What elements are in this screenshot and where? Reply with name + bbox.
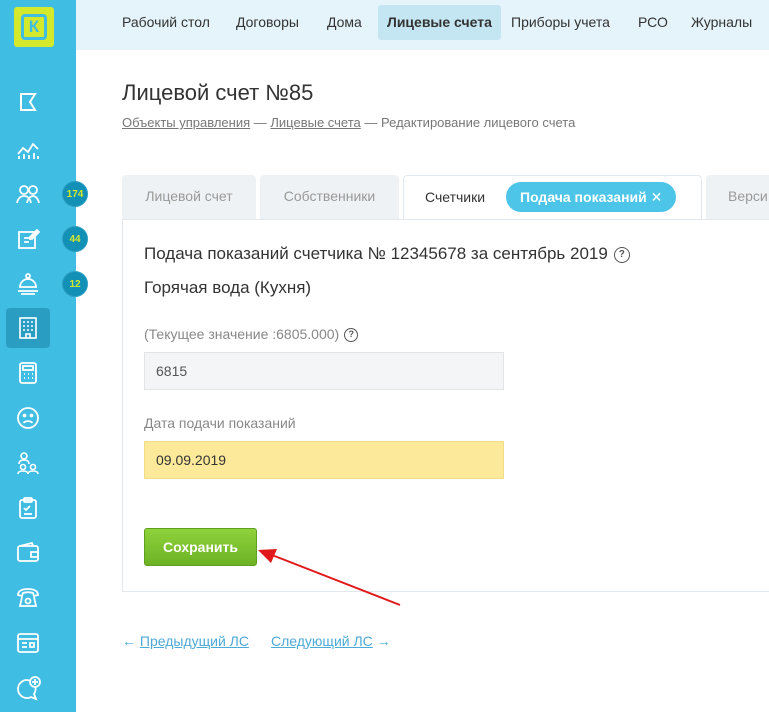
next-account-link[interactable]: Следующий ЛС → bbox=[271, 633, 391, 649]
help-icon[interactable]: ? bbox=[344, 328, 359, 343]
form-title: Подача показаний счетчика № 12345678 за … bbox=[144, 244, 630, 264]
top-navigation: Рабочий стол Договоры Дома Лицевые счета… bbox=[76, 0, 769, 50]
current-value-label: (Текущее значение :6805.000)? bbox=[144, 326, 359, 343]
app-logo[interactable]: К bbox=[14, 7, 54, 47]
people-badge: 174 bbox=[62, 181, 88, 207]
browser-window-icon[interactable] bbox=[6, 623, 50, 663]
breadcrumb-current: Редактирование лицевого счета bbox=[381, 115, 576, 130]
tab-bar: Лицевой счет Собственники Счетчики Подач… bbox=[122, 175, 769, 221]
breadcrumb-separator: — bbox=[364, 115, 378, 130]
team-icon[interactable] bbox=[6, 443, 50, 483]
nav-dashboard[interactable]: Рабочий стол bbox=[122, 5, 210, 40]
tab-account[interactable]: Лицевой счет bbox=[122, 175, 256, 220]
logo-letter: К bbox=[21, 14, 47, 40]
arrow-left-icon: ← bbox=[122, 633, 136, 649]
flag-icon[interactable] bbox=[6, 83, 50, 123]
people-icon[interactable] bbox=[6, 174, 50, 214]
annotation-arrow bbox=[258, 549, 401, 606]
reading-input[interactable]: 6815 bbox=[144, 352, 504, 390]
arrow-right-icon: → bbox=[376, 633, 391, 649]
wallet-icon[interactable] bbox=[6, 533, 50, 573]
current-value-label-text: (Текущее значение :6805.000) bbox=[144, 326, 340, 342]
edit-badge: 44 bbox=[62, 226, 88, 252]
date-input[interactable]: 09.09.2019 bbox=[144, 441, 504, 479]
breadcrumb-separator: — bbox=[253, 115, 267, 130]
tab-submit-readings[interactable]: Подача показаний ✕ bbox=[506, 182, 677, 212]
building-icon[interactable] bbox=[6, 308, 50, 348]
form-title-text: Подача показаний счетчика № 12345678 за … bbox=[144, 244, 608, 263]
meter-location: Горячая вода (Кухня) bbox=[144, 278, 312, 297]
chart-icon[interactable] bbox=[6, 129, 50, 169]
next-account-label: Следующий ЛС bbox=[271, 633, 373, 649]
clipboard-check-icon[interactable] bbox=[6, 488, 50, 528]
nav-contracts[interactable]: Договоры bbox=[236, 5, 299, 40]
help-icon[interactable]: ? bbox=[613, 246, 630, 263]
tab-versions[interactable]: Верси bbox=[706, 175, 769, 220]
date-label: Дата подачи показаний bbox=[144, 415, 296, 431]
breadcrumb-objects[interactable]: Объекты управления bbox=[122, 115, 250, 130]
edit-icon[interactable] bbox=[6, 219, 50, 259]
chat-add-icon[interactable] bbox=[6, 668, 50, 708]
nav-meters[interactable]: Приборы учета bbox=[511, 5, 610, 40]
prev-account-label: Предыдущий ЛС bbox=[139, 633, 249, 649]
calculator-icon[interactable] bbox=[6, 353, 50, 393]
sidebar: К 174 44 12 bbox=[0, 0, 88, 712]
breadcrumb-accounts[interactable]: Лицевые счета bbox=[270, 115, 360, 130]
nav-personal-accounts[interactable]: Лицевые счета bbox=[378, 5, 501, 40]
nav-journals[interactable]: Журналы bbox=[691, 5, 752, 40]
tab-owners[interactable]: Собственники bbox=[260, 175, 399, 220]
save-button[interactable]: Сохранить bbox=[144, 528, 257, 566]
prev-account-link[interactable]: ← Предыдущий ЛС bbox=[122, 633, 249, 649]
tab-meters-label: Счетчики bbox=[425, 189, 486, 205]
page-title: Лицевой счет №85 bbox=[122, 80, 314, 105]
service-badge: 12 bbox=[62, 271, 88, 297]
nav-houses[interactable]: Дома bbox=[327, 5, 362, 40]
sad-face-icon[interactable] bbox=[6, 398, 50, 438]
service-bell-icon[interactable] bbox=[6, 264, 50, 304]
phone-icon[interactable] bbox=[6, 578, 50, 618]
nav-rso[interactable]: РСО bbox=[638, 5, 668, 40]
breadcrumb: Объекты управления — Лицевые счета — Ред… bbox=[122, 115, 575, 130]
